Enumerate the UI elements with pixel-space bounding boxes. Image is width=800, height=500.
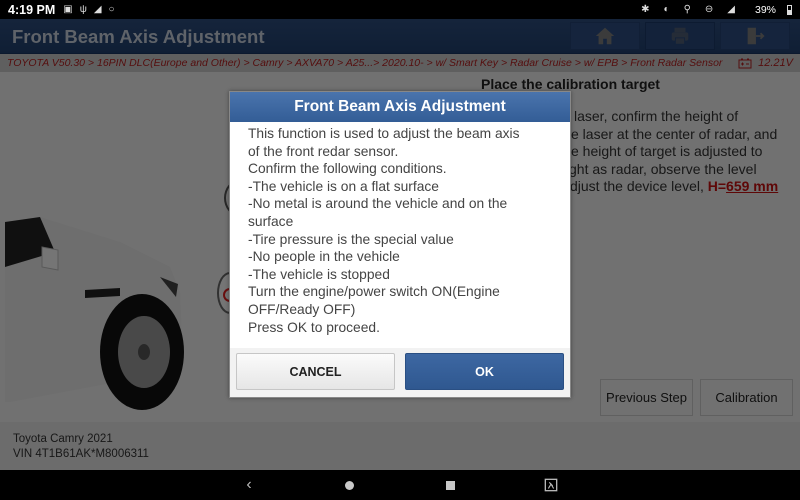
dialog-line: -Tire pressure is the special value [248,231,454,247]
wifi-icon: ◢ [727,4,735,15]
dialog-footer: CANCEL OK [230,348,570,397]
dialog-line: surface [248,213,294,229]
dialog-line: of the front redar sensor. [248,143,399,159]
navigation-bar: ‹ [0,470,800,500]
dialog-message: This function is used to adjust the beam… [230,122,570,350]
dialog-title: Front Beam Axis Adjustment [230,92,570,122]
dialog-line: -The vehicle is stopped [248,266,390,282]
screenshot-button[interactable] [543,477,559,493]
battery-percent: 39% [754,3,776,16]
location-icon: ⚲ [683,4,691,15]
dialog-line: -The vehicle is on a flat surface [248,178,439,194]
dialog-line: Turn the engine/power switch ON(Engine [248,284,500,300]
back-button[interactable]: ‹ [241,476,257,493]
dialog-line: -No people in the vehicle [248,249,400,265]
battery-icon [787,4,792,15]
dialog-line: OFF/Ready OFF) [248,301,356,317]
status-time: 4:19 PM [8,2,56,17]
cancel-button[interactable]: CANCEL [236,353,395,390]
home-icon [344,480,354,490]
image-icon: ▣ [63,4,73,15]
status-bar: 4:19 PM ▣ ψ ◢ ○ ✱ ◐ ⚲ ⊖ ◢ 39% [0,0,800,19]
back-icon: ‹ [246,476,252,493]
ok-button[interactable]: OK [405,353,564,390]
usb-icon: ψ [79,4,87,15]
recents-button[interactable] [442,477,458,493]
vibrate-icon: ◐ [663,4,670,15]
screenshot-icon [544,478,558,492]
bluetooth-icon: ✱ [641,4,650,15]
dialog-line: Press OK to proceed. [248,319,380,335]
dialog-line: This function is used to adjust the beam… [248,126,520,141]
dialog-line: -No metal is around the vehicle and on t… [248,196,508,212]
confirmation-dialog: Front Beam Axis Adjustment This function… [229,91,571,398]
bluetooth-circle-icon: ○ [108,4,115,15]
do-not-disturb-icon: ⊖ [704,4,714,15]
nav-home-button[interactable] [341,477,357,493]
wifi-icon: ◢ [93,4,102,15]
recents-icon [445,480,455,490]
dialog-line: Confirm the following conditions. [248,161,447,177]
